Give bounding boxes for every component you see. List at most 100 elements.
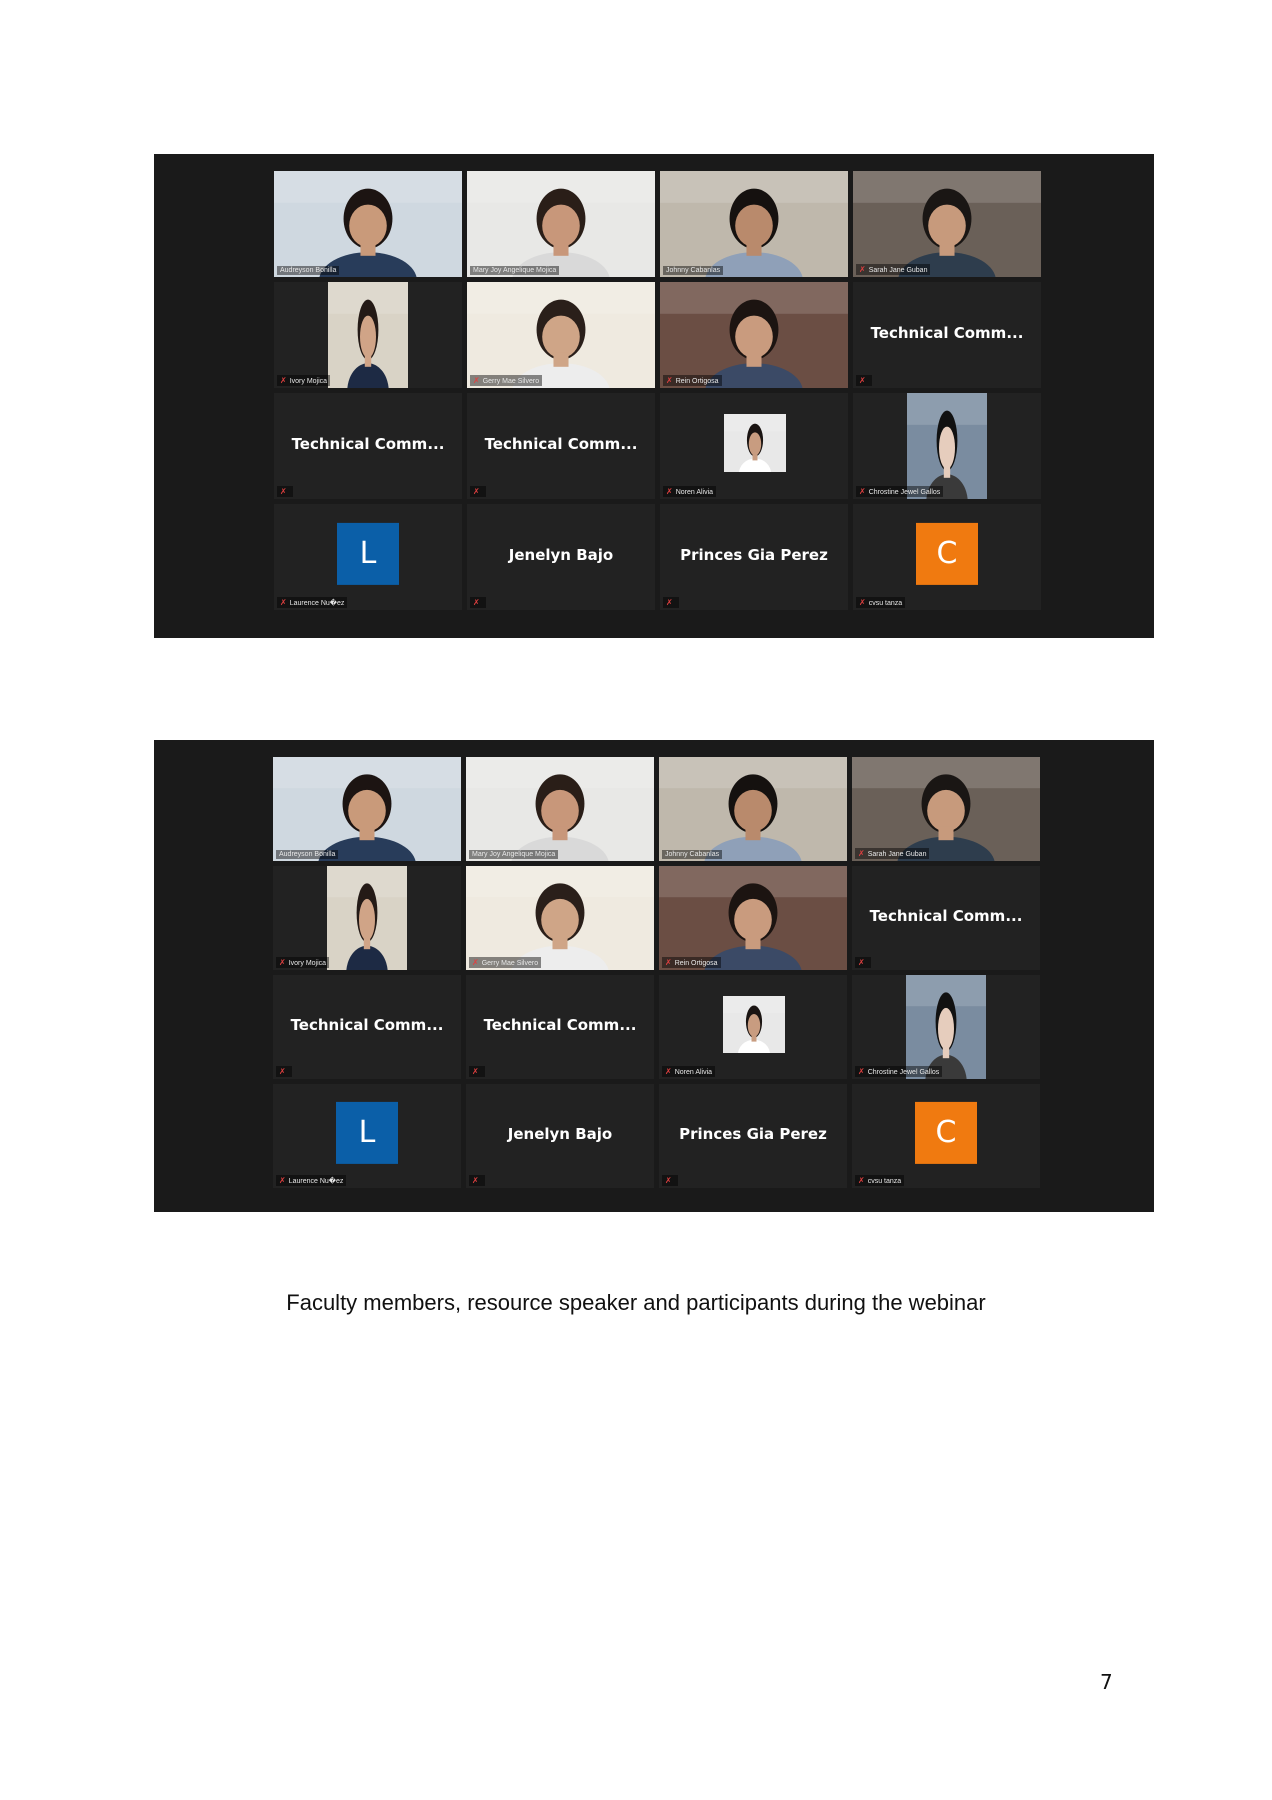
participant-tile[interactable]: ✗ Rein Ortigosa (660, 282, 848, 388)
participant-name: Laurence Nu�ez (289, 600, 345, 607)
muted-mic-icon: ✗ (665, 958, 672, 967)
participant-name-label: ✗ Laurence Nu�ez (277, 597, 348, 608)
figure-caption: Faculty members, resource speaker and pa… (286, 1290, 986, 1315)
participant-display-name: Technical Comm... (290, 1016, 444, 1035)
participant-tile[interactable]: ✗ Gerry Mae Silvero (466, 866, 654, 970)
participant-tile[interactable]: Jenelyn Bajo ✗ (467, 504, 655, 610)
participant-video (660, 171, 848, 277)
participant-avatar: L (337, 522, 399, 585)
participant-name-label: Johnny Cabanlas (662, 850, 723, 859)
participant-name-label: ✗ (469, 1066, 485, 1077)
participant-name: Sarah Jane Guban (868, 267, 928, 274)
participant-tile[interactable]: Audreyson Bonilla (274, 171, 462, 277)
participant-tile[interactable]: Mary Joy Angelique Mojica (467, 171, 655, 277)
muted-mic-icon: ✗ (473, 598, 480, 607)
participant-display-name: Technical Comm... (870, 324, 1024, 343)
participant-name: Audreyson Bonilla (280, 267, 337, 274)
participant-name-label: ✗ (469, 1175, 485, 1186)
page-number: 7 (1100, 1670, 1113, 1694)
muted-mic-icon: ✗ (859, 265, 866, 274)
participant-name-label: ✗ (663, 597, 679, 608)
participant-name-label: ✗ Gerry Mae Silvero (469, 957, 542, 968)
participant-tile[interactable]: C ✗ cvsu tanza (852, 1084, 1040, 1188)
participant-name: Laurence Nu�ez (288, 1178, 344, 1185)
participant-name: Chrostine Jewel Gallos (867, 1069, 940, 1076)
participant-tile[interactable]: Mary Joy Angelique Mojica (466, 757, 654, 861)
participant-tile[interactable]: ✗ Chrostine Jewel Gallos (853, 393, 1041, 499)
participant-tile[interactable]: Princes Gia Perez ✗ (659, 1084, 847, 1188)
participant-video (724, 414, 786, 472)
participant-tile[interactable]: ✗ Chrostine Jewel Gallos (852, 975, 1040, 1079)
participant-tile[interactable]: C ✗ cvsu tanza (853, 504, 1041, 610)
participant-grid: Audreyson Bonilla Mary Joy Angelique Moji… (274, 171, 1041, 610)
muted-mic-icon: ✗ (472, 1067, 479, 1076)
muted-mic-icon: ✗ (473, 376, 480, 385)
participant-name-label: ✗ Rein Ortigosa (663, 375, 722, 386)
participant-name-label: Mary Joy Angelique Mojica (469, 850, 559, 859)
participant-video (659, 866, 847, 970)
participant-name-label: ✗ Sarah Jane Guban (855, 848, 930, 859)
participant-tile[interactable]: ✗ Noren Alivia (659, 975, 847, 1079)
participant-tile[interactable]: Johnny Cabanlas (660, 171, 848, 277)
muted-mic-icon: ✗ (279, 958, 286, 967)
participant-tile[interactable]: ✗ Sarah Jane Guban (853, 171, 1041, 277)
participant-avatar: C (915, 1101, 977, 1164)
meeting-screenshot-2: Audreyson Bonilla Mary Joy Angelique Moji… (154, 740, 1154, 1212)
participant-name-label: ✗ cvsu tanza (856, 597, 906, 608)
participant-video (907, 393, 987, 499)
participant-tile[interactable]: L ✗ Laurence Nu�ez (273, 1084, 461, 1188)
participant-name-label: ✗ Ivory Mojica (277, 375, 331, 386)
participant-tile[interactable]: Princes Gia Perez ✗ (660, 504, 848, 610)
participant-name-label: ✗ Noren Alivia (662, 1066, 716, 1077)
participant-name: Noren Alivia (675, 489, 714, 496)
participant-name: Johnny Cabanlas (666, 267, 721, 274)
participant-tile[interactable]: Audreyson Bonilla (273, 757, 461, 861)
participant-name: Mary Joy Angelique Mojica (473, 267, 557, 274)
muted-mic-icon: ✗ (665, 1067, 672, 1076)
participant-avatar: L (336, 1101, 398, 1164)
participant-tile[interactable]: Jenelyn Bajo ✗ (466, 1084, 654, 1188)
participant-video (659, 757, 847, 861)
participant-tile[interactable]: ✗ Rein Ortigosa (659, 866, 847, 970)
muted-mic-icon: ✗ (666, 598, 673, 607)
muted-mic-icon: ✗ (859, 598, 866, 607)
participant-name-label: ✗ Sarah Jane Guban (856, 264, 931, 275)
participant-name-label: ✗ (470, 597, 486, 608)
participant-tile[interactable]: Technical Comm... ✗ (466, 975, 654, 1079)
muted-mic-icon: ✗ (280, 487, 287, 496)
participant-video (328, 282, 408, 388)
participant-display-name: Jenelyn Bajo (508, 546, 614, 565)
participant-name: Gerry Mae Silvero (481, 960, 539, 967)
participant-video (660, 282, 848, 388)
participant-tile[interactable]: Technical Comm... ✗ (852, 866, 1040, 970)
muted-mic-icon: ✗ (858, 958, 865, 967)
participant-grid: Audreyson Bonilla Mary Joy Angelique Moji… (273, 757, 1040, 1188)
participant-tile[interactable]: Johnny Cabanlas (659, 757, 847, 861)
participant-video (273, 757, 461, 861)
participant-tile[interactable]: Technical Comm... ✗ (467, 393, 655, 499)
participant-name-label: ✗ Chrostine Jewel Gallos (855, 1066, 943, 1077)
participant-name: Audreyson Bonilla (279, 851, 336, 858)
participant-tile[interactable]: Technical Comm... ✗ (274, 393, 462, 499)
participant-tile[interactable]: L ✗ Laurence Nu�ez (274, 504, 462, 610)
participant-name: Sarah Jane Guban (867, 851, 927, 858)
participant-video (906, 975, 986, 1079)
muted-mic-icon: ✗ (473, 487, 480, 496)
participant-tile[interactable]: ✗ Gerry Mae Silvero (467, 282, 655, 388)
participant-tile[interactable]: ✗ Ivory Mojica (273, 866, 461, 970)
participant-tile[interactable]: ✗ Sarah Jane Guban (852, 757, 1040, 861)
participant-tile[interactable]: Technical Comm... ✗ (273, 975, 461, 1079)
participant-tile[interactable]: ✗ Noren Alivia (660, 393, 848, 499)
participant-tile[interactable]: ✗ Ivory Mojica (274, 282, 462, 388)
muted-mic-icon: ✗ (858, 1067, 865, 1076)
muted-mic-icon: ✗ (666, 376, 673, 385)
participant-name-label: Audreyson Bonilla (277, 266, 340, 275)
participant-avatar: C (916, 522, 978, 585)
muted-mic-icon: ✗ (665, 1176, 672, 1185)
participant-tile[interactable]: Technical Comm... ✗ (853, 282, 1041, 388)
muted-mic-icon: ✗ (859, 487, 866, 496)
participant-name-label: ✗ (855, 957, 871, 968)
participant-name: Ivory Mojica (289, 378, 328, 385)
muted-mic-icon: ✗ (280, 376, 287, 385)
participant-video (327, 866, 407, 970)
